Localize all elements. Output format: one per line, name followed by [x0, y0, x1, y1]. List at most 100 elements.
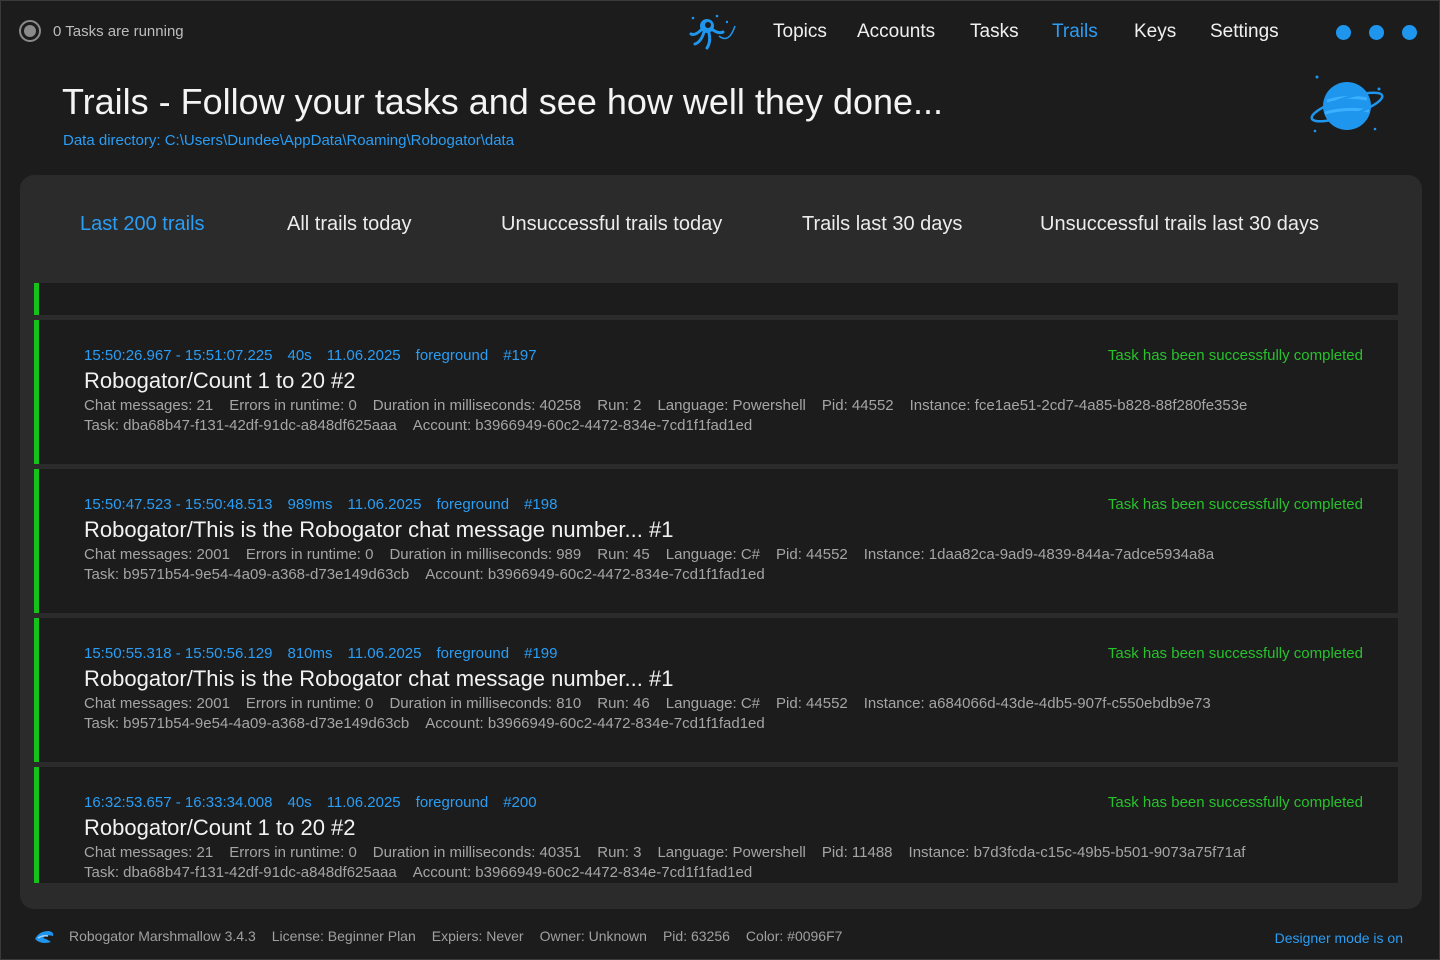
trail-language: Language: Powershell [657, 397, 806, 414]
nav-tasks[interactable]: Tasks [970, 21, 1019, 43]
trail-run: Run: 45 [597, 546, 650, 563]
robogator-logo-icon [35, 931, 54, 943]
trail-meta: 15:50:55.318 - 15:50:56.129 810ms 11.06.… [84, 645, 557, 662]
nav-keys[interactable]: Keys [1134, 21, 1176, 43]
trail-ids: Task: dba68b47-f131-42df-91dc-a848df625a… [84, 864, 752, 881]
expires-info: Expiers: Never [431, 928, 524, 944]
astronaut-octopus-logo-icon[interactable] [689, 12, 737, 52]
main-nav [689, 14, 771, 50]
trail-result: Task has been successfully completed [1107, 496, 1363, 513]
trail-meta: 15:50:47.523 - 15:50:48.513 989ms 11.06.… [84, 496, 557, 513]
status-bar: Robogator Marshmallow 3.4.3 License: Beg… [33, 927, 842, 945]
trail-chat-messages: Chat messages: 2001 [84, 695, 230, 712]
running-status: 0 Tasks are running [19, 20, 184, 42]
trail-pid: Pid: 11488 [821, 844, 893, 861]
trail-language: Language: Powershell [657, 844, 806, 861]
trail-chat-messages: Chat messages: 2001 [84, 546, 230, 563]
trail-duration-ms: Duration in milliseconds: 40351 [372, 844, 582, 861]
trail-item[interactable]: 15:50:55.318 - 15:50:56.129 810ms 11.06.… [34, 618, 1398, 762]
trail-account-id: Account: b3966949-60c2-4472-834e-7cd1f1f… [412, 417, 753, 434]
app-color: Color: #0096F7 [745, 928, 843, 944]
trail-ids: Task: b9571b54-9e54-4a09-a368-d73e149d63… [84, 566, 765, 583]
trail-duration: 810ms [287, 645, 333, 662]
trail-filter-tabs: Last 200 trails All trails today Unsucce… [20, 175, 1422, 275]
trail-ids: Task: dba68b47-f131-42df-91dc-a848df625a… [84, 417, 752, 434]
trail-time-range: 15:50:55.318 - 15:50:56.129 [84, 645, 273, 662]
trail-errors: Errors in runtime: 0 [229, 844, 357, 861]
window-controls [1336, 25, 1417, 40]
trail-result: Task has been successfully completed [1107, 347, 1363, 364]
trail-duration: 40s [287, 347, 312, 364]
trail-duration: 989ms [287, 496, 333, 513]
trail-title: Robogator/This is the Robogator chat mes… [84, 517, 674, 542]
trail-number: #197 [503, 347, 537, 364]
trail-chat-messages: Chat messages: 21 [84, 397, 214, 414]
trail-duration-ms: Duration in milliseconds: 810 [389, 695, 582, 712]
trail-details: Chat messages: 21 Errors in runtime: 0 D… [84, 844, 1245, 861]
trail-item[interactable]: 15:50:26.967 - 15:51:07.225 40s 11.06.20… [34, 320, 1398, 464]
trail-run: Run: 3 [597, 844, 642, 861]
product-version: Robogator Marshmallow 3.4.3 [69, 928, 256, 944]
trail-date: 11.06.2025 [326, 794, 401, 811]
app-window: 0 Tasks are running Topics Accounts Task… [0, 0, 1440, 960]
trail-time-range: 15:50:26.967 - 15:51:07.225 [84, 347, 273, 364]
minimize-button[interactable] [1336, 25, 1351, 40]
nav-topics[interactable]: Topics [773, 21, 827, 43]
designer-mode-link[interactable]: Designer mode is on [1275, 930, 1403, 946]
license-info: License: Beginner Plan [271, 928, 416, 944]
trail-instance: Instance: fce1ae51-2cd7-4a85-b828-88f280… [909, 397, 1248, 414]
trail-pid: Pid: 44552 [776, 546, 848, 563]
trail-mode: foreground [436, 496, 510, 513]
trail-mode: foreground [415, 347, 489, 364]
trail-account-id: Account: b3966949-60c2-4472-834e-7cd1f1f… [425, 715, 765, 732]
trail-date: 11.06.2025 [347, 645, 422, 662]
tab-all-trails-today[interactable]: All trails today [287, 213, 412, 236]
tab-trails-last-30-days[interactable]: Trails last 30 days [802, 213, 962, 236]
app-pid: Pid: 63256 [662, 928, 730, 944]
trail-item[interactable]: 16:32:53.657 - 16:33:34.008 40s 11.06.20… [34, 767, 1398, 883]
trail-date: 11.06.2025 [347, 496, 422, 513]
trail-language: Language: C# [665, 546, 761, 563]
trail-pid: Pid: 44552 [821, 397, 894, 414]
trail-item[interactable]: 15:50:47.523 - 15:50:48.513 989ms 11.06.… [34, 469, 1398, 613]
tab-unsuccessful-trails-today[interactable]: Unsuccessful trails today [501, 213, 722, 236]
trail-result: Task has been successfully completed [1107, 794, 1363, 811]
trail-details: Chat messages: 2001 Errors in runtime: 0… [84, 695, 1211, 712]
trail-time-range: 15:50:47.523 - 15:50:48.513 [84, 496, 273, 513]
trail-time-range: 16:32:53.657 - 16:33:34.008 [84, 794, 273, 811]
trail-details: Chat messages: 21 Errors in runtime: 0 D… [84, 397, 1247, 414]
tab-last-200-trails[interactable]: Last 200 trails [80, 213, 205, 236]
trail-errors: Errors in runtime: 0 [245, 695, 374, 712]
trail-task-id: Task: dba68b47-f131-42df-91dc-a848df625a… [84, 864, 397, 881]
trail-account-id: Account: b3966949-60c2-4472-834e-7cd1f1f… [425, 566, 765, 583]
trail-account-id: Account: b3966949-60c2-4472-834e-7cd1f1f… [412, 864, 753, 881]
trail-instance: Instance: a684066d-43de-4db5-907f-c550eb… [863, 695, 1211, 712]
trail-task-id: Task: dba68b47-f131-42df-91dc-a848df625a… [84, 417, 397, 434]
trail-list[interactable]: 15:50:26.967 - 15:51:07.225 40s 11.06.20… [34, 283, 1398, 883]
trail-instance: Instance: b7d3fcda-c15c-49b5-b501-9073a7… [908, 844, 1246, 861]
data-directory-link[interactable]: Data directory: C:\Users\Dundee\AppData\… [63, 132, 514, 149]
trail-mode: foreground [436, 645, 510, 662]
tab-unsuccessful-trails-last-30-days[interactable]: Unsuccessful trails last 30 days [1040, 213, 1319, 236]
nav-trails[interactable]: Trails [1052, 21, 1098, 43]
close-button[interactable] [1402, 25, 1417, 40]
trail-task-id: Task: b9571b54-9e54-4a09-a368-d73e149d63… [84, 715, 410, 732]
trail-errors: Errors in runtime: 0 [229, 397, 357, 414]
trail-run: Run: 2 [597, 397, 642, 414]
trail-meta: 16:32:53.657 - 16:33:34.008 40s 11.06.20… [84, 794, 537, 811]
trail-meta: 15:50:26.967 - 15:51:07.225 40s 11.06.20… [84, 347, 537, 364]
trail-title: Robogator/Count 1 to 20 #2 [84, 368, 356, 393]
trail-errors: Errors in runtime: 0 [245, 546, 374, 563]
nav-settings[interactable]: Settings [1210, 21, 1279, 43]
running-status-text: 0 Tasks are running [53, 22, 184, 40]
trail-instance: Instance: 1daa82ca-9ad9-4839-844a-7adce5… [863, 546, 1215, 563]
nav-accounts[interactable]: Accounts [857, 21, 935, 43]
trail-details: Chat messages: 2001 Errors in runtime: 0… [84, 546, 1214, 563]
trail-task-id: Task: b9571b54-9e54-4a09-a368-d73e149d63… [84, 566, 410, 583]
trail-item-partial[interactable] [34, 283, 1398, 315]
trail-run: Run: 46 [597, 695, 650, 712]
maximize-button[interactable] [1369, 25, 1384, 40]
trail-title: Robogator/This is the Robogator chat mes… [84, 666, 674, 691]
status-indicator-icon [19, 20, 41, 42]
trails-panel: Last 200 trails All trails today Unsucce… [20, 175, 1422, 909]
